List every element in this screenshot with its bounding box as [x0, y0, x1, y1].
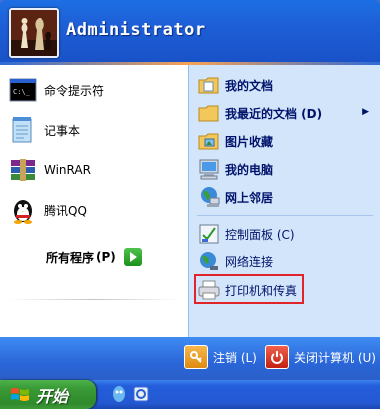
- menu-item-label: 网上邻居: [225, 190, 274, 205]
- all-programs-shortcut: (P): [96, 250, 116, 264]
- control-panel-icon: [197, 222, 221, 246]
- menu-item-label: 我的文档: [225, 78, 274, 93]
- menu-item-cmd[interactable]: C:\_ 命令提示符: [8, 75, 104, 105]
- menu-item-label: 控制面板 (C): [225, 227, 295, 242]
- right-divider: [197, 215, 373, 216]
- menu-item-control-panel[interactable]: 控制面板 (C): [197, 222, 295, 246]
- network-places-icon: [197, 185, 221, 209]
- menu-item-network-places[interactable]: 网上邻居: [197, 185, 273, 209]
- all-programs-button[interactable]: 所有程序 (P): [46, 248, 142, 266]
- username-label: Administrator: [66, 20, 206, 40]
- menu-item-qq[interactable]: 腾讯QQ: [8, 195, 87, 225]
- menu-item-recent-documents[interactable]: 我最近的文档 (D): [197, 101, 322, 125]
- shutdown-label: 关闭计算机 (U): [294, 350, 376, 365]
- green-arrow-icon: [123, 248, 142, 266]
- key-icon: [184, 345, 208, 369]
- user-avatar[interactable]: [9, 8, 59, 58]
- menu-item-label: 命令提示符: [44, 83, 105, 98]
- start-menu: Administrator C:\_ 命令提示符 记事本 WinRAR 腾讯QQ: [0, 0, 380, 380]
- pinned-programs-panel: C:\_ 命令提示符 记事本 WinRAR 腾讯QQ: [0, 65, 188, 337]
- menu-item-my-documents[interactable]: 我的文档: [197, 73, 273, 97]
- printers-highlight-box: [194, 274, 304, 304]
- start-label: 开始: [36, 386, 69, 406]
- submenu-arrow-icon: ▶: [362, 107, 369, 117]
- start-button[interactable]: 开始: [0, 380, 96, 409]
- cmd-icon: C:\_: [8, 75, 38, 105]
- chess-avatar-icon: [11, 10, 57, 56]
- network-connections-icon: [197, 249, 221, 273]
- taskbar: 开始: [0, 380, 380, 409]
- qq-icon: [8, 195, 38, 225]
- menu-item-network-connections[interactable]: 网络连接: [197, 249, 273, 273]
- menu-item-label: 腾讯QQ: [44, 203, 87, 218]
- menu-item-label: WinRAR: [44, 163, 91, 177]
- my-documents-icon: [197, 73, 221, 97]
- all-programs-label: 所有程序: [46, 250, 95, 265]
- menu-item-label: 记事本: [44, 123, 81, 138]
- notepad-icon: [8, 115, 38, 145]
- power-icon: [265, 345, 289, 369]
- windows-logo-icon: [11, 387, 29, 401]
- recent-documents-icon: [197, 101, 221, 125]
- menu-item-label: 图片收藏: [225, 134, 274, 149]
- left-divider: [8, 299, 180, 300]
- logoff-button[interactable]: 注销 (L): [184, 345, 257, 369]
- menu-item-label: 我的电脑: [225, 162, 274, 177]
- logoff-label: 注销 (L): [213, 350, 257, 365]
- svg-text:C:\_: C:\_: [13, 88, 31, 96]
- shutdown-button[interactable]: 关闭计算机 (U): [265, 345, 376, 369]
- menu-item-winrar[interactable]: WinRAR: [8, 155, 91, 185]
- my-computer-icon: [197, 157, 221, 181]
- menu-item-label: 网络连接: [225, 254, 274, 269]
- menu-item-notepad[interactable]: 记事本: [8, 115, 80, 145]
- start-menu-header: Administrator: [0, 0, 380, 62]
- menu-item-my-pictures[interactable]: 图片收藏: [197, 129, 273, 153]
- qq-quicklaunch-icon[interactable]: [110, 385, 128, 403]
- my-pictures-icon: [197, 129, 221, 153]
- menu-item-label: 我最近的文档 (D): [225, 106, 323, 121]
- menu-item-my-computer[interactable]: 我的电脑: [197, 157, 273, 181]
- winrar-icon: [8, 155, 38, 185]
- browser-quicklaunch-icon[interactable]: [132, 385, 150, 403]
- start-menu-footer: 注销 (L) 关闭计算机 (U): [0, 337, 380, 380]
